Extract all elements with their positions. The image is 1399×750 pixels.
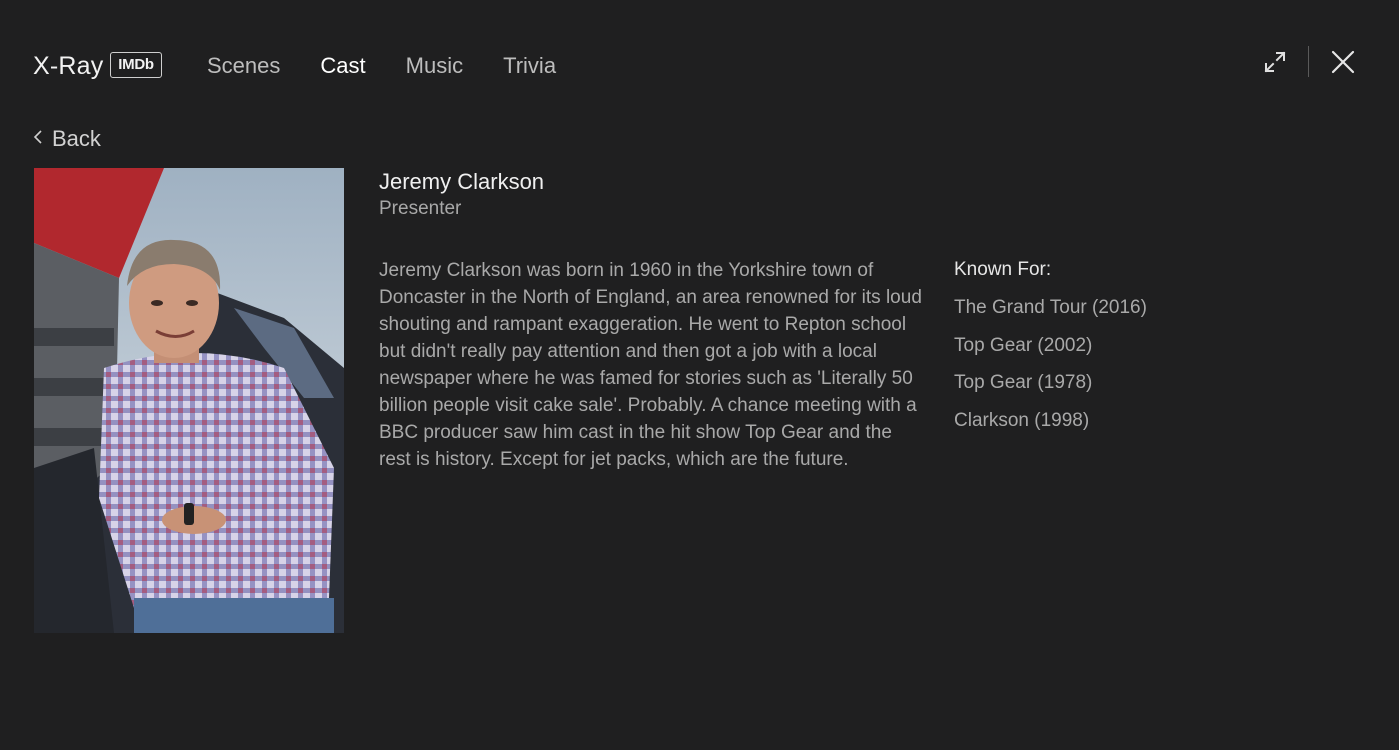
tab-cast[interactable]: Cast <box>320 53 365 79</box>
tab-bar: Scenes Cast Music Trivia <box>207 53 596 79</box>
close-button[interactable] <box>1330 49 1356 75</box>
known-for-list: The Grand Tour (2016) Top Gear (2002) To… <box>954 295 1147 445</box>
cast-photo <box>34 168 344 633</box>
tab-music[interactable]: Music <box>406 53 463 79</box>
back-label: Back <box>52 126 101 151</box>
tab-trivia[interactable]: Trivia <box>503 53 556 79</box>
known-for-item[interactable]: Top Gear (1978) <box>954 370 1147 408</box>
imdb-logo: IMDb <box>110 52 162 78</box>
known-for-item[interactable]: Top Gear (2002) <box>954 333 1147 371</box>
expand-button[interactable] <box>1262 49 1288 75</box>
cast-name: Jeremy Clarkson <box>379 169 545 194</box>
xray-title: X-Ray <box>33 52 104 80</box>
known-for-heading: Known For: <box>954 259 1052 280</box>
header-divider <box>1308 46 1309 77</box>
xray-panel: X-Ray IMDb Scenes Cast Music Trivia Back… <box>0 0 1399 750</box>
back-button[interactable]: Back <box>33 126 101 152</box>
expand-icon <box>1264 51 1286 73</box>
cast-role: Presenter <box>379 198 462 219</box>
close-icon <box>1331 50 1355 74</box>
chevron-left-icon <box>33 128 43 151</box>
known-for-item[interactable]: The Grand Tour (2016) <box>954 295 1147 333</box>
cast-bio: Jeremy Clarkson was born in 1960 in the … <box>379 260 922 470</box>
tab-scenes[interactable]: Scenes <box>207 53 280 79</box>
known-for-item[interactable]: Clarkson (1998) <box>954 408 1147 446</box>
header: X-Ray IMDb Scenes Cast Music Trivia <box>0 0 1399 132</box>
